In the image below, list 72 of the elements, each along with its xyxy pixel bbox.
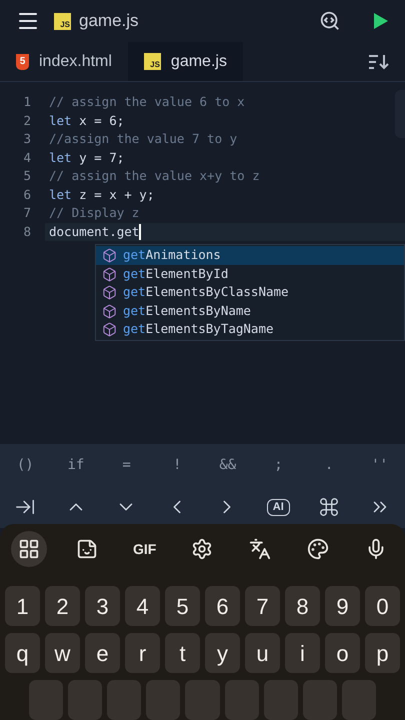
- code-line: let z = x + y;: [48, 186, 156, 204]
- js-file-icon: JS: [54, 12, 71, 30]
- suggestion-item[interactable]: getElementsByName: [96, 302, 404, 320]
- code-line: //assign the value 7 to y: [48, 130, 238, 148]
- keyboard-tool-button[interactable]: [11, 531, 47, 567]
- keyboard-key[interactable]: u: [245, 633, 280, 673]
- gif-label: GIF: [132, 540, 156, 558]
- line-number: 7: [22, 204, 32, 222]
- run-icon[interactable]: [373, 12, 389, 30]
- keyboard-key[interactable]: t: [165, 633, 200, 673]
- keyboard-key[interactable]: 3: [85, 586, 120, 626]
- file-tab[interactable]: 5 index.html: [0, 42, 128, 82]
- line-number: 1: [22, 93, 32, 111]
- keyboard-key[interactable]: r: [125, 633, 160, 673]
- keyboard-key[interactable]: 4: [125, 586, 160, 626]
- line-number: 6: [22, 186, 32, 204]
- keyboard-key[interactable]: p: [365, 633, 400, 673]
- keyboard-key[interactable]: 7: [245, 586, 280, 626]
- ai-button[interactable]: AI: [266, 498, 290, 516]
- symbol-key[interactable]: !: [157, 454, 198, 476]
- line-number: 5: [22, 167, 32, 185]
- keyboard-key[interactable]: q: [5, 633, 40, 673]
- file-tab[interactable]: JS game.js: [128, 42, 243, 82]
- html-file-icon: 5: [16, 54, 29, 70]
- suggestion-item[interactable]: getElementsByTagName: [96, 320, 404, 340]
- line-number: 8: [22, 222, 32, 240]
- keyboard-key[interactable]: 5: [165, 586, 200, 626]
- js-file-icon: JS: [144, 53, 161, 70]
- symbol-key[interactable]: '': [360, 454, 400, 476]
- keyboard-key[interactable]: i: [285, 633, 320, 673]
- keyboard-key[interactable]: 8: [285, 586, 320, 626]
- settings-icon: [191, 538, 214, 560]
- symbol-key[interactable]: ;: [258, 454, 298, 476]
- keyboard-key[interactable]: 0: [365, 586, 400, 626]
- code-line: // assign the value x+y to z: [48, 167, 261, 185]
- method-icon: [102, 266, 117, 282]
- keyboard-tool-button[interactable]: GIF: [126, 531, 163, 567]
- method-icon: [102, 285, 117, 300]
- symbol-key[interactable]: &&: [208, 454, 248, 476]
- line-number: 3: [22, 130, 32, 148]
- method-icon: [102, 304, 117, 319]
- apps-grid-icon: [18, 538, 40, 560]
- keyboard-key[interactable]: y: [205, 633, 240, 673]
- symbol-key[interactable]: .: [309, 454, 350, 476]
- palette-icon: [307, 538, 330, 560]
- symbol-key[interactable]: if: [56, 454, 96, 476]
- code-line: let x = 6;: [48, 112, 126, 130]
- method-icon: [102, 248, 117, 263]
- keyboard-key[interactable]: 2: [45, 586, 80, 626]
- symbol-key[interactable]: =: [106, 454, 147, 476]
- suggestion-item[interactable]: getElementsByClassName: [96, 283, 404, 302]
- keyboard-key[interactable]: 1: [5, 586, 40, 626]
- line-number: 4: [22, 148, 32, 166]
- sticker-icon: [76, 538, 98, 560]
- keyboard-key[interactable]: e: [85, 633, 120, 673]
- code-line: // assign the value 6 to x: [48, 93, 246, 111]
- translate-icon: [249, 538, 272, 560]
- keyboard-key[interactable]: w: [45, 633, 80, 673]
- text-cursor: [139, 224, 142, 240]
- suggestion-item[interactable]: getElementById: [96, 264, 404, 284]
- method-icon: [102, 322, 117, 338]
- code-line: let y = 7;: [48, 148, 126, 167]
- keyboard-key[interactable]: o: [325, 633, 360, 673]
- keyboard-key[interactable]: 6: [205, 586, 240, 626]
- window-title: game.js: [79, 10, 139, 32]
- symbol-key[interactable]: (): [5, 454, 46, 476]
- keyboard-key[interactable]: 9: [325, 586, 360, 626]
- code-search-icon[interactable]: [319, 10, 341, 32]
- suggestion-item[interactable]: getAnimations: [96, 246, 404, 265]
- command-icon[interactable]: [318, 496, 340, 518]
- line-number: 2: [22, 112, 32, 130]
- code-line: // Display z: [48, 204, 140, 222]
